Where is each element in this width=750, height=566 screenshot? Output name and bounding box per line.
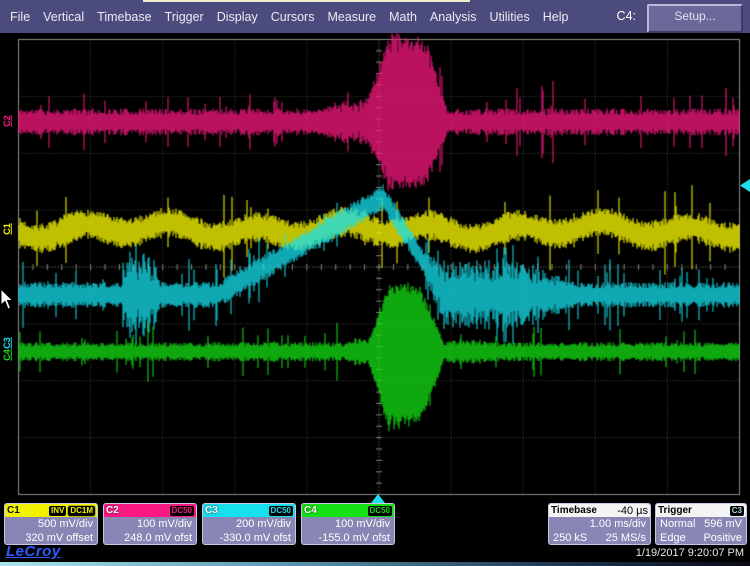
channel-marker-label: C4: [2, 349, 12, 361]
channel-descriptor-c4[interactable]: C4 DC50 100 mV/div -155.0 mV ofst: [301, 503, 395, 545]
c4-label: C4: [304, 505, 366, 517]
trigger-source-badge: C3: [730, 506, 744, 516]
c1-inv-badge: INV: [49, 506, 66, 516]
menu-item-timebase[interactable]: Timebase: [97, 10, 151, 24]
lecroy-logo: LeCroy: [6, 543, 61, 560]
menu-item-measure[interactable]: Measure: [327, 10, 376, 24]
oscilloscope-screen: File Vertical Timebase Trigger Display C…: [0, 0, 750, 566]
channel-marker-label: C1: [2, 223, 12, 235]
trigger-header: Trigger C3: [656, 504, 746, 517]
timebase-sample-rate: 25 MS/s: [606, 531, 646, 545]
menu-item-analysis[interactable]: Analysis: [430, 10, 477, 24]
menu-item-display[interactable]: Display: [217, 10, 258, 24]
c4-coupling-badge: DC50: [368, 506, 392, 516]
c2-header: C2 DC50: [104, 504, 196, 517]
timebase-descriptor[interactable]: Timebase -40 µs 1.00 ms/div 250 kS 25 MS…: [548, 503, 651, 545]
status-bar: C1 INV DC1M 500 mV/div 320 mV offset C2 …: [0, 503, 750, 546]
timebase-scale: 1.00 ms/div: [549, 517, 650, 531]
menu-bar: File Vertical Timebase Trigger Display C…: [0, 0, 750, 33]
c1-header: C1 INV DC1M: [5, 504, 97, 517]
trigger-kind: Edge: [660, 531, 686, 545]
c4-offset: -155.0 mV ofst: [302, 531, 394, 545]
channel-marker-label: C2: [2, 115, 12, 127]
timebase-delay: -40 µs: [617, 505, 648, 517]
menu-items: File Vertical Timebase Trigger Display C…: [10, 0, 568, 33]
menu-item-file[interactable]: File: [10, 10, 30, 24]
trigger-level: 596 mV: [704, 517, 742, 531]
c3-coupling-badge: DC50: [269, 506, 293, 516]
channel-descriptor-c1[interactable]: C1 INV DC1M 500 mV/div 320 mV offset: [4, 503, 98, 545]
channel-descriptor-c3[interactable]: C3 DC50 200 mV/div -330.0 mV ofst: [202, 503, 296, 545]
c2-label: C2: [106, 505, 168, 517]
timebase-samples: 250 kS: [553, 531, 587, 545]
trigger-time-marker[interactable]: [371, 494, 385, 503]
channel-zero-marker-c2[interactable]: C2: [0, 107, 14, 135]
c3-scale: 200 mV/div: [203, 517, 295, 531]
menu-item-help[interactable]: Help: [543, 10, 569, 24]
c1-coupling-badge: DC1M: [68, 506, 95, 516]
timebase-header: Timebase -40 µs: [549, 504, 650, 517]
dialog-edge-line: [143, 0, 470, 2]
menu-item-trigger[interactable]: Trigger: [165, 10, 204, 24]
channel-zero-marker-c4[interactable]: C4: [0, 342, 14, 368]
datetime-display: 1/19/2017 9:20:07 PM: [636, 547, 744, 559]
c2-scale: 100 mV/div: [104, 517, 196, 531]
menu-item-utilities[interactable]: Utilities: [489, 10, 529, 24]
menu-item-cursors[interactable]: Cursors: [271, 10, 315, 24]
c3-offset: -330.0 mV ofst: [203, 531, 295, 545]
mouse-cursor: [0, 289, 14, 310]
channel-descriptor-c2[interactable]: C2 DC50 100 mV/div 248.0 mV ofst: [103, 503, 197, 545]
channel-zero-marker-c1[interactable]: C1: [0, 215, 14, 243]
timebase-label: Timebase: [551, 505, 615, 517]
waveform-area: C2 C1 C3 C4: [0, 33, 750, 503]
c1-label: C1: [7, 505, 47, 517]
trigger-slope: Positive: [703, 531, 742, 545]
menu-item-math[interactable]: Math: [389, 10, 417, 24]
c3-header: C3 DC50: [203, 504, 295, 517]
c3-label: C3: [205, 505, 267, 517]
c2-offset: 248.0 mV ofst: [104, 531, 196, 545]
trigger-level-marker[interactable]: [740, 179, 750, 192]
c1-scale: 500 mV/div: [5, 517, 97, 531]
c4-scale: 100 mV/div: [302, 517, 394, 531]
trigger-descriptor[interactable]: Trigger C3 Normal 596 mV Edge Positive: [655, 503, 747, 545]
bottom-edge-strip: [0, 562, 750, 566]
trigger-label: Trigger: [658, 505, 728, 517]
trigger-mode: Normal: [660, 517, 695, 531]
waveform-display[interactable]: [0, 33, 750, 503]
setup-button[interactable]: Setup...: [647, 4, 743, 33]
context-channel-label: C4:: [617, 9, 636, 23]
c2-coupling-badge: DC50: [170, 506, 194, 516]
c4-header: C4 DC50: [302, 504, 394, 517]
menu-item-vertical[interactable]: Vertical: [43, 10, 84, 24]
